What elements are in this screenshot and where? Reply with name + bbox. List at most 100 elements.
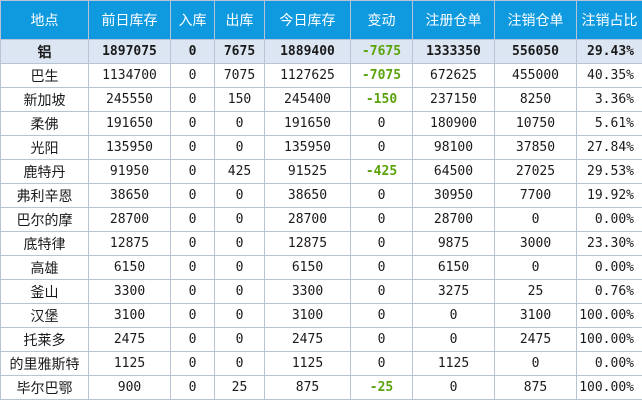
col-header-in: 入库 <box>170 0 215 40</box>
table-body: 铝 1897075 0 7675 1889400 -7675 1333350 556050 29… <box>0 39 642 400</box>
cell-place: 的里雅斯特 <box>0 351 89 376</box>
col-header-cancelled: 注销仓单 <box>494 0 577 40</box>
table-row: 光阳 135950 0 0 135950 0 98100 37850 27.84% <box>0 135 642 160</box>
cell-change: -7075 <box>350 63 413 88</box>
cell-cancel-ratio: 0.00% <box>576 207 642 232</box>
cell-in: 0 <box>170 375 215 400</box>
cell-change: 0 <box>350 135 413 160</box>
cell-in: 0 <box>170 303 215 328</box>
cell-out: 425 <box>214 159 265 184</box>
cell-place: 巴尔的摩 <box>0 207 89 232</box>
cell-out: 7675 <box>214 39 265 64</box>
cell-cancel-ratio: 5.61% <box>576 111 642 136</box>
cell-place: 巴生 <box>0 63 89 88</box>
cell-registered: 237150 <box>412 87 495 112</box>
cell-place: 高雄 <box>0 255 89 280</box>
cell-cancel-ratio: 29.53% <box>576 159 642 184</box>
cell-today-stock: 3300 <box>264 279 351 304</box>
cell-prev-stock: 135950 <box>88 135 171 160</box>
col-header-out: 出库 <box>214 0 265 40</box>
cell-in: 0 <box>170 207 215 232</box>
cell-prev-stock: 1125 <box>88 351 171 376</box>
cell-today-stock: 245400 <box>264 87 351 112</box>
cell-today-stock: 875 <box>264 375 351 400</box>
cell-cancelled: 0 <box>494 207 577 232</box>
cell-cancelled: 37850 <box>494 135 577 160</box>
cell-cancelled: 10750 <box>494 111 577 136</box>
inventory-table: 地点 前日库存 入库 出库 今日库存 变动 注册仓单 注销仓单 注销占比 铝 18… <box>0 0 642 400</box>
table-row: 汉堡 3100 0 0 3100 0 0 3100 100.00% <box>0 303 642 328</box>
cell-in: 0 <box>170 63 215 88</box>
cell-out: 0 <box>214 255 265 280</box>
cell-change: -425 <box>350 159 413 184</box>
cell-change: 0 <box>350 351 413 376</box>
cell-place: 托莱多 <box>0 327 89 352</box>
cell-registered: 1125 <box>412 351 495 376</box>
cell-registered: 9875 <box>412 231 495 256</box>
cell-place: 弗利辛恩 <box>0 183 89 208</box>
cell-today-stock: 6150 <box>264 255 351 280</box>
cell-in: 0 <box>170 255 215 280</box>
cell-in: 0 <box>170 327 215 352</box>
cell-registered: 64500 <box>412 159 495 184</box>
cell-out: 150 <box>214 87 265 112</box>
header-row: 地点 前日库存 入库 出库 今日库存 变动 注册仓单 注销仓单 注销占比 <box>0 0 642 40</box>
cell-in: 0 <box>170 135 215 160</box>
cell-cancel-ratio: 23.30% <box>576 231 642 256</box>
cell-out: 0 <box>214 351 265 376</box>
cell-registered: 672625 <box>412 63 495 88</box>
cell-place: 底特律 <box>0 231 89 256</box>
cell-registered: 28700 <box>412 207 495 232</box>
cell-place: 釜山 <box>0 279 89 304</box>
cell-prev-stock: 38650 <box>88 183 171 208</box>
cell-cancelled: 455000 <box>494 63 577 88</box>
cell-cancel-ratio: 0.00% <box>576 255 642 280</box>
cell-in: 0 <box>170 183 215 208</box>
cell-out: 7075 <box>214 63 265 88</box>
cell-cancelled: 0 <box>494 351 577 376</box>
cell-place: 柔佛 <box>0 111 89 136</box>
cell-in: 0 <box>170 231 215 256</box>
table-row: 釜山 3300 0 0 3300 0 3275 25 0.76% <box>0 279 642 304</box>
cell-change: -7675 <box>350 39 413 64</box>
cell-cancelled: 25 <box>494 279 577 304</box>
cell-change: -150 <box>350 87 413 112</box>
cell-cancelled: 875 <box>494 375 577 400</box>
cell-registered: 0 <box>412 303 495 328</box>
cell-change: 0 <box>350 279 413 304</box>
cell-prev-stock: 2475 <box>88 327 171 352</box>
cell-in: 0 <box>170 87 215 112</box>
cell-in: 0 <box>170 111 215 136</box>
table-row: 的里雅斯特 1125 0 0 1125 0 1125 0 0.00% <box>0 351 642 376</box>
cell-place: 铝 <box>0 39 89 64</box>
cell-change: 0 <box>350 327 413 352</box>
cell-place: 新加坡 <box>0 87 89 112</box>
cell-cancelled: 27025 <box>494 159 577 184</box>
cell-today-stock: 2475 <box>264 327 351 352</box>
cell-change: -25 <box>350 375 413 400</box>
cell-prev-stock: 1134700 <box>88 63 171 88</box>
cell-out: 0 <box>214 207 265 232</box>
col-header-cancel-ratio: 注销占比 <box>576 0 642 40</box>
cell-cancel-ratio: 40.35% <box>576 63 642 88</box>
cell-change: 0 <box>350 303 413 328</box>
cell-in: 0 <box>170 351 215 376</box>
cell-change: 0 <box>350 111 413 136</box>
cell-today-stock: 3100 <box>264 303 351 328</box>
cell-cancelled: 556050 <box>494 39 577 64</box>
cell-change: 0 <box>350 255 413 280</box>
cell-cancel-ratio: 0.00% <box>576 351 642 376</box>
cell-registered: 98100 <box>412 135 495 160</box>
cell-today-stock: 1127625 <box>264 63 351 88</box>
cell-place: 汉堡 <box>0 303 89 328</box>
table-row: 底特律 12875 0 0 12875 0 9875 3000 23.30% <box>0 231 642 256</box>
cell-today-stock: 12875 <box>264 231 351 256</box>
cell-cancel-ratio: 100.00% <box>576 303 642 328</box>
cell-cancel-ratio: 0.76% <box>576 279 642 304</box>
cell-prev-stock: 245550 <box>88 87 171 112</box>
cell-in: 0 <box>170 39 215 64</box>
cell-cancelled: 3000 <box>494 231 577 256</box>
cell-change: 0 <box>350 207 413 232</box>
cell-cancel-ratio: 29.43% <box>576 39 642 64</box>
cell-out: 0 <box>214 135 265 160</box>
